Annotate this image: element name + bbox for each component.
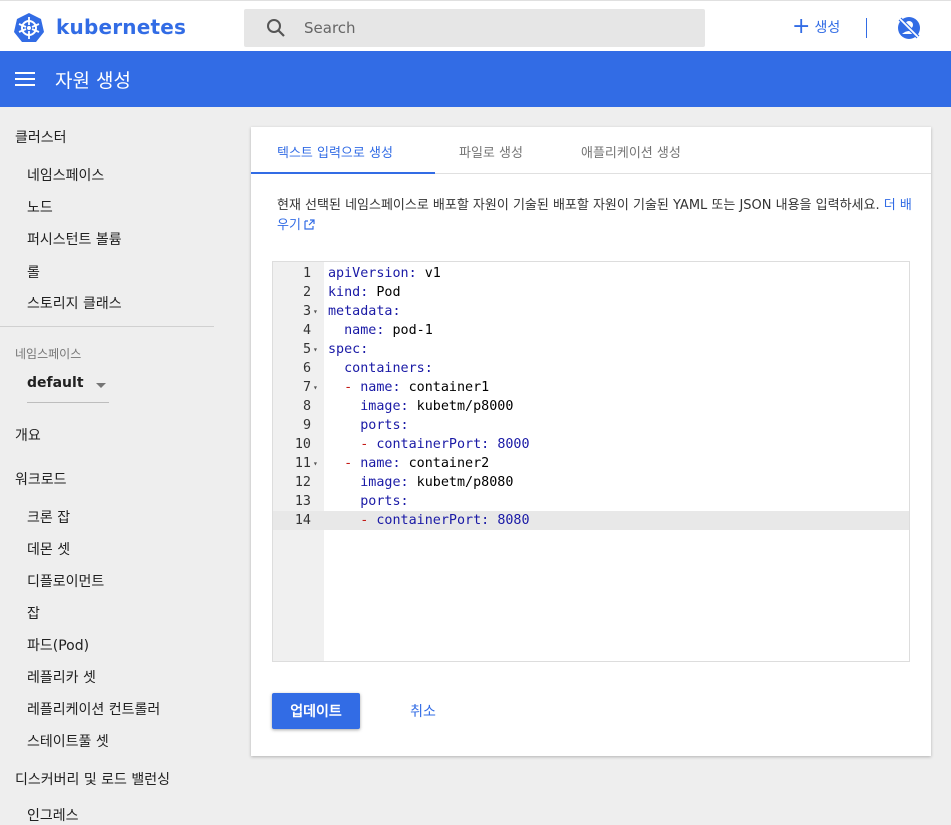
editor-line[interactable]: 8 image: kubetm/p8000 — [273, 397, 909, 416]
code-text: image: kubetm/p8000 — [360, 399, 514, 414]
editor-line[interactable]: 6 containers: — [273, 359, 909, 378]
sidebar: 클러스터 네임스페이스 노드 퍼시스턴트 볼륨 롤 스토리지 클래스 네임스페이… — [0, 107, 230, 824]
editor-line[interactable]: 10 - containerPort: 8000 — [273, 435, 909, 454]
sidebar-divider — [0, 326, 214, 327]
namespace-value: default — [27, 375, 84, 391]
editor-line[interactable]: 3 ▾ metadata: — [273, 302, 909, 321]
sidebar-heading-discovery[interactable]: 디스커버리 및 로드 밸런싱 — [15, 769, 170, 789]
header-divider — [866, 18, 867, 38]
namespace-select[interactable]: default — [27, 369, 109, 403]
brand-name[interactable]: kubernetes — [56, 15, 186, 39]
line-number: 1 — [302, 266, 311, 281]
sidebar-heading-cluster[interactable]: 클러스터 — [15, 127, 67, 147]
editor-line[interactable]: 9 ports: — [273, 416, 909, 435]
editor-line[interactable]: 7 ▾ - name: container1 — [273, 378, 909, 397]
sidebar-item-replica-sets[interactable]: 레플리카 셋 — [27, 667, 96, 687]
namespace-label: 네임스페이스 — [15, 347, 82, 361]
line-number: 7 — [302, 380, 311, 395]
editor-line[interactable]: 11 ▾ - name: container2 — [273, 454, 909, 473]
create-label: 생성 — [814, 20, 841, 36]
fold-toggle-icon[interactable]: ▾ — [313, 454, 318, 473]
editor-line[interactable]: 13 ports: — [273, 492, 909, 511]
sidebar-item-replication-controllers[interactable]: 레플리케이션 컨트롤러 — [27, 699, 160, 719]
sidebar-item-storage-classes[interactable]: 스토리지 클래스 — [27, 293, 122, 313]
menu-icon[interactable] — [15, 69, 35, 89]
code-text: - containerPort: 8080 — [360, 513, 530, 528]
search-bar[interactable] — [244, 9, 705, 47]
sidebar-item-roles[interactable]: 롤 — [27, 262, 40, 282]
sidebar-item-namespaces[interactable]: 네임스페이스 — [27, 165, 104, 185]
user-hidden-icon[interactable] — [896, 15, 922, 41]
sidebar-item-daemon-sets[interactable]: 데몬 셋 — [27, 539, 70, 559]
sidebar-item-pods[interactable]: 파드(Pod) — [27, 635, 89, 655]
code-text: ports: — [360, 494, 409, 509]
sidebar-item-stateful-sets[interactable]: 스테이트풀 셋 — [27, 731, 109, 751]
line-number: 14 — [294, 513, 311, 528]
fold-toggle-icon[interactable]: ▾ — [313, 302, 318, 321]
code-text: containers: — [344, 361, 433, 376]
sidebar-item-cron-jobs[interactable]: 크론 잡 — [27, 507, 70, 527]
search-icon — [267, 19, 285, 37]
code-text: - name: container1 — [344, 380, 490, 395]
tab-create-app[interactable]: 애플리케이션 생성 — [581, 142, 681, 161]
line-number: 6 — [302, 361, 311, 376]
tab-bar: 텍스트 입력으로 생성 파일로 생성 애플리케이션 생성 — [251, 127, 931, 174]
line-number: 8 — [302, 399, 311, 414]
code-text: kind: Pod — [328, 285, 401, 300]
editor-line[interactable]: 1 apiVersion: v1 — [273, 264, 909, 283]
line-number: 10 — [294, 437, 311, 452]
code-text: apiVersion: v1 — [328, 266, 441, 281]
description: 현재 선택된 네임스페이스로 배포할 자원이 기술된 배포할 자원이 기술된 Y… — [277, 198, 880, 213]
tab-create-from-text[interactable]: 텍스트 입력으로 생성 — [277, 142, 393, 161]
plus-icon: + — [792, 14, 811, 39]
update-button[interactable]: 업데이트 — [272, 693, 360, 729]
active-tab-indicator — [251, 172, 435, 174]
line-number: 9 — [302, 418, 311, 433]
line-number: 2 — [302, 285, 311, 300]
sidebar-item-nodes[interactable]: 노드 — [27, 197, 53, 217]
code-text: spec: — [328, 342, 369, 357]
code-text: - containerPort: 8000 — [360, 437, 530, 452]
chevron-down-icon — [96, 383, 106, 388]
search-input[interactable] — [304, 9, 694, 47]
page-title: 자원 생성 — [55, 70, 131, 92]
line-number: 13 — [294, 494, 311, 509]
code-text: ports: — [360, 418, 409, 433]
editor-line[interactable]: 4 name: pod-1 — [273, 321, 909, 340]
sidebar-heading-workloads[interactable]: 워크로드 — [15, 469, 67, 489]
code-text: name: pod-1 — [344, 323, 433, 338]
fold-toggle-icon[interactable]: ▾ — [313, 378, 318, 397]
line-number: 4 — [302, 323, 311, 338]
sidebar-item-ingress[interactable]: 인그레스 — [27, 805, 79, 825]
editor-line[interactable]: 14 - containerPort: 8080 — [273, 511, 909, 530]
line-number: 3 — [302, 304, 311, 319]
title-bar: 자원 생성 — [0, 51, 951, 107]
external-link-icon — [304, 219, 315, 230]
editor-line[interactable]: 12 image: kubetm/p8080 — [273, 473, 909, 492]
yaml-editor[interactable]: 1 apiVersion: v1 2 kind: Pod 3 ▾ metadata: 4 na… — [272, 261, 910, 662]
sidebar-item-overview[interactable]: 개요 — [15, 425, 41, 445]
tab-create-from-file[interactable]: 파일로 생성 — [459, 142, 523, 161]
line-number: 12 — [294, 475, 311, 490]
description-text: 현재 선택된 네임스페이스로 배포할 자원이 기술된 배포할 자원이 기술된 Y… — [277, 196, 912, 236]
sidebar-item-deployments[interactable]: 디플로이먼트 — [27, 571, 104, 591]
line-number: 5 — [302, 342, 311, 357]
code-text: image: kubetm/p8080 — [360, 475, 514, 490]
line-number: 11 — [294, 456, 311, 471]
sidebar-item-jobs[interactable]: 잡 — [27, 603, 40, 623]
top-bar: kubernetes + 생성 — [0, 0, 951, 51]
code-text: - name: container2 — [344, 456, 490, 471]
kubernetes-logo-icon[interactable] — [13, 12, 45, 44]
editor-line[interactable]: 5 ▾ spec: — [273, 340, 909, 359]
sidebar-item-persistent-volumes[interactable]: 퍼시스턴트 볼륨 — [27, 229, 122, 249]
editor-line[interactable]: 2 kind: Pod — [273, 283, 909, 302]
create-button[interactable]: + 생성 — [792, 15, 840, 39]
create-resource-card: 텍스트 입력으로 생성 파일로 생성 애플리케이션 생성 현재 선택된 네임스페… — [251, 127, 931, 756]
code-text: metadata: — [328, 304, 401, 319]
fold-toggle-icon[interactable]: ▾ — [313, 340, 318, 359]
cancel-button[interactable]: 취소 — [391, 693, 455, 729]
